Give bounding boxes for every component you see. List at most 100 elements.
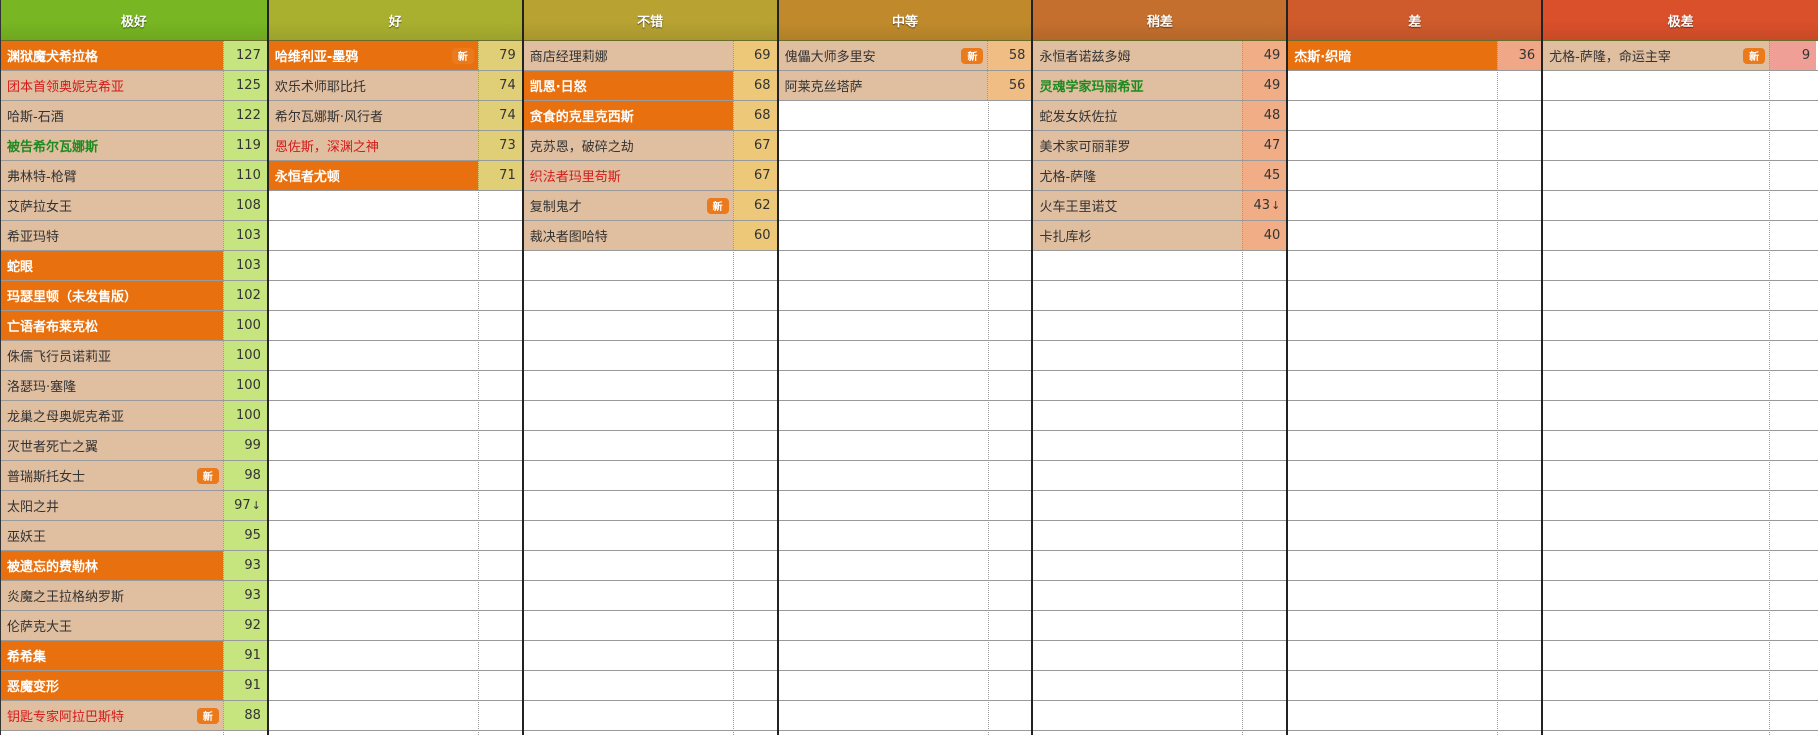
item-name-cell[interactable]: 杰斯·织暗: [1288, 41, 1498, 70]
item-name-cell[interactable]: 裁决者图哈特: [523, 221, 733, 250]
item-name-cell[interactable]: 尤格-萨隆，命运主宰 新: [1543, 41, 1770, 70]
item-name-cell[interactable]: 灵魂学家玛丽希亚: [1033, 71, 1243, 100]
list-item[interactable]: 欢乐术师耶比托 74: [268, 71, 522, 101]
list-item[interactable]: 织法者玛里苟斯 67: [523, 161, 777, 191]
item-name-cell[interactable]: 尤格-萨隆: [1033, 161, 1243, 190]
item-name-cell[interactable]: 被告希尔瓦娜斯: [1, 131, 223, 160]
list-item[interactable]: 贪食的克里克西斯 68: [523, 101, 777, 131]
item-name-cell[interactable]: 永恒者尤顿: [268, 161, 478, 190]
item-name-cell[interactable]: 火车王里诺艾: [1033, 191, 1243, 220]
list-item[interactable]: 蛇眼 103: [1, 251, 267, 281]
item-score-cell: 99: [222, 431, 267, 460]
list-item[interactable]: 希尔瓦娜斯·风行者 74: [268, 101, 522, 131]
list-item[interactable]: 商店经理莉娜 69: [523, 41, 777, 71]
item-name-cell[interactable]: 织法者玛里苟斯: [523, 161, 733, 190]
item-name-cell[interactable]: 阿莱克丝塔萨: [778, 71, 988, 100]
item-name-cell[interactable]: 贪食的克里克西斯: [523, 101, 733, 130]
list-item[interactable]: 尤格-萨隆 45: [1033, 161, 1287, 191]
item-name-cell[interactable]: 蛇眼: [1, 251, 223, 280]
list-item[interactable]: 美术家可丽菲罗 47: [1033, 131, 1287, 161]
list-item[interactable]: 龙巢之母奥妮克希亚 100: [1, 401, 267, 431]
list-item[interactable]: 灵魂学家玛丽希亚 49: [1033, 71, 1287, 101]
list-item[interactable]: 团本首领奥妮克希亚 125: [1, 71, 267, 101]
list-item[interactable]: 被遗忘的费勒林 93: [1, 551, 267, 581]
list-item[interactable]: 阿莱克丝塔萨 56: [778, 71, 1032, 101]
list-item[interactable]: 巫妖王 95: [1, 521, 267, 551]
list-item[interactable]: 裁决者图哈特 60: [523, 221, 777, 251]
item-name-cell[interactable]: 被遗忘的费勒林: [1, 551, 223, 580]
list-item[interactable]: 哈维利亚-墨鸦 新 79: [268, 41, 522, 71]
list-item[interactable]: 渊狱魔犬希拉格 127: [1, 41, 267, 71]
item-name-cell[interactable]: 希希集: [1, 641, 223, 670]
item-name-cell[interactable]: 克苏恩，破碎之劫: [523, 131, 733, 160]
item-name-cell[interactable]: 永恒者诺兹多姆: [1033, 41, 1243, 70]
item-name: 希尔瓦娜斯·风行者: [274, 110, 383, 125]
item-name-cell[interactable]: 太阳之井: [1, 491, 223, 520]
list-item[interactable]: 伦萨克大王 92: [1, 611, 267, 641]
item-name-cell[interactable]: 龙巢之母奥妮克希亚: [1, 401, 223, 430]
item-name-cell[interactable]: 卡扎库杉: [1033, 221, 1243, 250]
list-item[interactable]: 凯恩·日怒 68: [523, 71, 777, 101]
item-name-cell[interactable]: 傀儡大师多里安 新: [778, 41, 988, 70]
list-item[interactable]: 亡语者布莱克松 100: [1, 311, 267, 341]
list-item[interactable]: 蛇发女妖佐拉 48: [1033, 101, 1287, 131]
item-name-cell[interactable]: 普瑞斯托女士 新: [1, 461, 223, 490]
list-item[interactable]: 普瑞斯托女士 新 98: [1, 461, 267, 491]
list-item[interactable]: 恩佐斯，深渊之神 73: [268, 131, 522, 161]
list-item[interactable]: 玛瑟里顿（未发售版） 102: [1, 281, 267, 311]
list-item[interactable]: 复制鬼才 新 62: [523, 191, 777, 221]
item-name-cell[interactable]: 欢乐术师耶比托: [268, 71, 478, 100]
item-name-cell[interactable]: 哈斯-石酒: [1, 101, 223, 130]
item-name-cell[interactable]: 凯恩·日怒: [523, 71, 733, 100]
item-name-cell[interactable]: 美术家可丽菲罗: [1033, 131, 1243, 160]
item-name-cell[interactable]: 复制鬼才 新: [523, 191, 733, 220]
list-item[interactable]: 炎魔之王拉格纳罗斯 93: [1, 581, 267, 611]
item-name-cell[interactable]: 炎魔之王拉格纳罗斯: [1, 581, 223, 610]
item-name-cell[interactable]: 钥匙专家阿拉巴斯特 新: [1, 701, 223, 730]
item-name-cell[interactable]: 灭世者死亡之翼: [1, 431, 223, 460]
item-name-cell[interactable]: 洛瑟玛·塞隆: [1, 371, 223, 400]
list-item[interactable]: 永恒者诺兹多姆 49: [1033, 41, 1287, 71]
item-name-cell[interactable]: 蛇发女妖佐拉: [1033, 101, 1243, 130]
item-name-cell[interactable]: 哈维利亚-墨鸦 新: [268, 41, 478, 70]
item-name-cell[interactable]: 玛瑟里顿（未发售版）: [1, 281, 223, 310]
item-name-cell[interactable]: 亡语者布莱克松: [1, 311, 223, 340]
list-item[interactable]: 卡扎库杉 40: [1033, 221, 1287, 251]
item-name-cell[interactable]: 巫妖王: [1, 521, 223, 550]
item-name-cell[interactable]: 恩佐斯，深渊之神: [268, 131, 478, 160]
list-item[interactable]: 希希集 91: [1, 641, 267, 671]
list-item[interactable]: 克苏恩，破碎之劫 67: [523, 131, 777, 161]
item-name-cell[interactable]: 商店经理莉娜: [523, 41, 733, 70]
list-item[interactable]: 永恒者尤顿 71: [268, 161, 522, 191]
item-score-cell: 92: [222, 611, 267, 640]
list-item[interactable]: 钥匙专家阿拉巴斯特 新 88: [1, 701, 267, 731]
list-item[interactable]: 弗林特-枪臂 110: [1, 161, 267, 191]
list-item[interactable]: 被告希尔瓦娜斯 119: [1, 131, 267, 161]
list-item[interactable]: 太阳之井 97 ↓: [1, 491, 267, 521]
list-item[interactable]: 杰斯·织暗 36: [1288, 41, 1542, 71]
list-item[interactable]: 恶魔变形 91: [1, 671, 267, 701]
list-item[interactable]: 艾萨拉女王 108: [1, 191, 267, 221]
item-name-cell[interactable]: 恶魔变形: [1, 671, 223, 700]
list-item[interactable]: 侏儒飞行员诺莉亚 100: [1, 341, 267, 371]
list-item[interactable]: 傀儡大师多里安 新 58: [778, 41, 1032, 71]
list-item[interactable]: 哈斯-石酒 122: [1, 101, 267, 131]
item-name-cell[interactable]: 渊狱魔犬希拉格: [1, 41, 223, 70]
new-badge: 新: [706, 197, 729, 214]
item-name-cell[interactable]: 艾萨拉女王: [1, 191, 223, 220]
item-name: 侏儒飞行员诺莉亚: [7, 350, 112, 365]
list-item[interactable]: 火车王里诺艾 43 ↓: [1033, 191, 1287, 221]
item-name-cell[interactable]: 弗林特-枪臂: [1, 161, 223, 190]
item-name-cell[interactable]: 伦萨克大王: [1, 611, 223, 640]
list-item[interactable]: 洛瑟玛·塞隆 100: [1, 371, 267, 401]
item-score-cell: 58: [987, 41, 1032, 70]
item-name-cell[interactable]: 团本首领奥妮克希亚: [1, 71, 223, 100]
list-item[interactable]: 灭世者死亡之翼 99: [1, 431, 267, 461]
item-name-cell[interactable]: 希亚玛特: [1, 221, 223, 250]
list-item[interactable]: 希亚玛特 103: [1, 221, 267, 251]
item-name-cell[interactable]: 希尔瓦娜斯·风行者: [268, 101, 478, 130]
item-score: 74: [499, 108, 516, 123]
item-score-cell: 43 ↓: [1242, 191, 1287, 220]
list-item[interactable]: 尤格-萨隆，命运主宰 新 9: [1543, 41, 1818, 71]
item-name-cell[interactable]: 侏儒飞行员诺莉亚: [1, 341, 223, 370]
